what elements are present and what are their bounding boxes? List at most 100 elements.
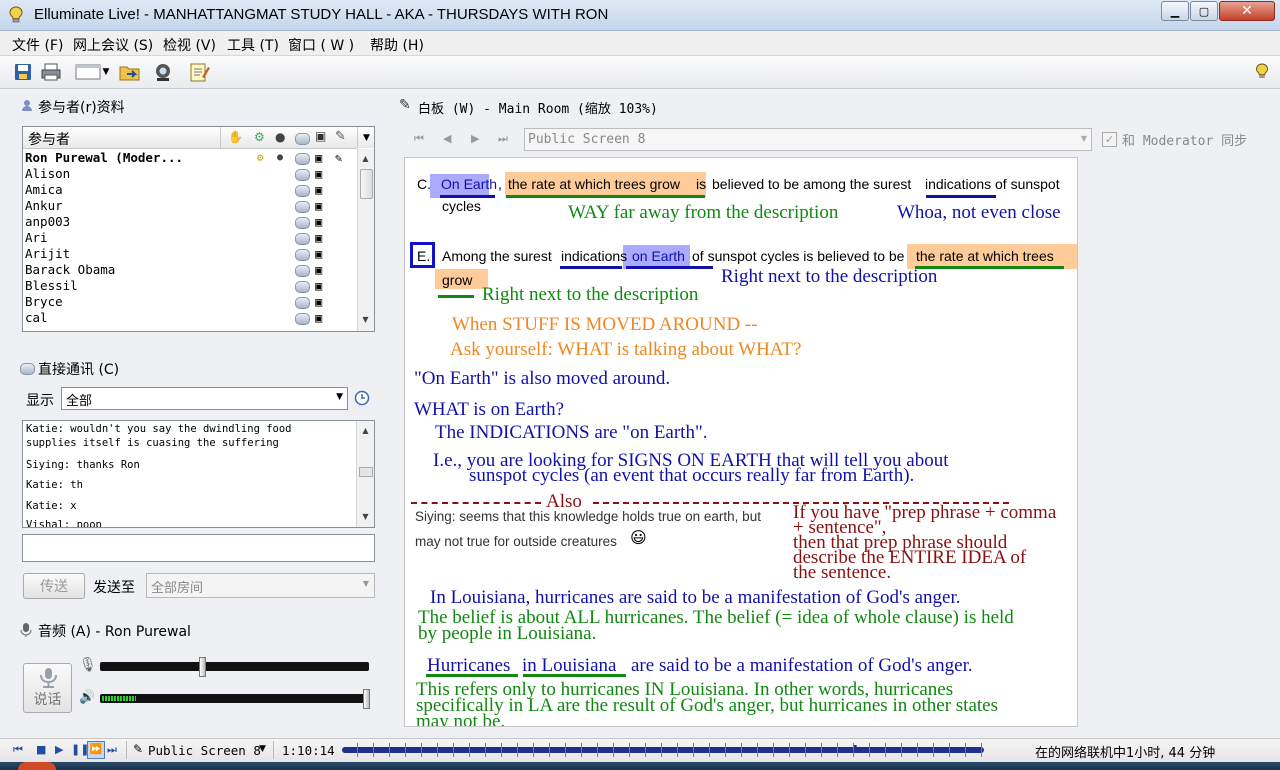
hand-raise-column-icon[interactable]: ✋ (228, 130, 243, 144)
scroll-down-icon[interactable]: ▼ (358, 509, 373, 524)
mic-level-icon: 🎙 (79, 657, 97, 673)
list-item[interactable]: Ari ▣ (25, 230, 355, 246)
screen-column-icon[interactable]: ▣ (315, 129, 326, 143)
send-button[interactable]: 传送 (23, 573, 85, 599)
list-item[interactable]: Blessil ▣ (25, 278, 355, 294)
scroll-up-icon[interactable]: ▲ (358, 151, 373, 166)
scroll-up-icon[interactable]: ▲ (358, 423, 373, 438)
speaker-volume-thumb[interactable] (363, 689, 370, 709)
menu-window[interactable]: 窗口 ( W ) (288, 35, 354, 55)
text-rate: the rate at which trees grow (508, 176, 680, 192)
note-red: If you have "prep phrase + comma + sente… (793, 503, 1056, 582)
list-item[interactable]: Barack Obama ▣ (25, 262, 355, 278)
chat-message: Katie: wouldn't you say the dwindling fo… (26, 423, 292, 449)
play-icon[interactable]: ▶ (55, 743, 63, 756)
filter-select[interactable]: 全部 ▼ (61, 387, 348, 410)
list-item[interactable]: Ron Purewal (Moder... ⚙ ● ▣ ✎ (25, 150, 355, 166)
list-item[interactable]: Bryce ▣ (25, 294, 355, 310)
note-right-next-green: Right next to the description (482, 284, 699, 305)
scroll-thumb[interactable] (359, 467, 373, 477)
previous-screen-icon[interactable]: ◀ (443, 132, 451, 145)
person-column-icon[interactable]: ● (275, 130, 285, 144)
talk-button[interactable]: 说话 (23, 663, 72, 713)
sync-checkbox[interactable]: ✓ (1102, 132, 1117, 147)
chevron-down-icon[interactable]: ▼ (259, 744, 266, 754)
screen-icon: ▣ (315, 215, 323, 229)
screen-icon: ▣ (315, 151, 323, 165)
screen-icon: ▣ (315, 279, 323, 293)
skip-back-icon[interactable]: ⏮ (13, 743, 23, 757)
menu-help[interactable]: 帮助 (H) (370, 35, 424, 55)
screen-icon: ▣ (315, 247, 323, 261)
answer-e-label: E. (417, 248, 431, 264)
chevron-down-icon: ▼ (102, 67, 110, 77)
status-pencil-icon: ✎ (133, 742, 144, 756)
list-item[interactable]: Ankur ▣ (25, 198, 355, 214)
send-to-select[interactable]: 全部房间 ▼ (146, 573, 375, 598)
playback-thumb-icon[interactable]: ⬇ (851, 743, 860, 756)
mic-volume-slider[interactable] (100, 662, 369, 671)
transfer-button[interactable] (118, 60, 142, 84)
whiteboard-pencil-icon: ✎ (399, 97, 411, 113)
scroll-down-icon[interactable]: ▼ (358, 312, 373, 327)
notes-button[interactable] (187, 60, 211, 84)
next-screen-icon[interactable]: ▶ (471, 132, 479, 145)
layout-dropdown[interactable]: ▼ (72, 60, 112, 84)
maximize-button[interactable]: ▢ (1190, 1, 1218, 21)
direct-title: 直接通讯 (C) (38, 362, 120, 378)
menu-session[interactable]: 网上会议 (S) (73, 35, 153, 55)
fast-forward-icon[interactable]: ⏩ (87, 741, 105, 759)
toolbar: ▼ (0, 56, 1280, 89)
save-button[interactable] (11, 60, 35, 84)
text-c-cycles: cycles (442, 198, 481, 214)
list-item[interactable]: anp003 ▣ (25, 214, 355, 230)
last-screen-icon[interactable]: ⏭ (498, 132, 508, 146)
chat-column-icon[interactable] (295, 133, 310, 145)
chat-input[interactable] (22, 534, 375, 562)
stop-icon[interactable]: ■ (36, 743, 46, 756)
chat-scrollbar[interactable]: ▲ ▼ (356, 421, 374, 527)
save-icon (15, 64, 31, 80)
chat-icon (295, 153, 310, 165)
scroll-thumb[interactable] (360, 169, 373, 199)
skip-forward-icon[interactable]: ⏭ (107, 743, 117, 757)
print-button[interactable] (39, 60, 63, 84)
text-h-rest: are said to be a manifestation of God's … (631, 655, 973, 676)
minimize-button[interactable]: ▁ (1161, 1, 1189, 21)
note-blue-3: The INDICATIONS are "on Earth". (435, 422, 708, 443)
column-menu-button[interactable]: ▼ (357, 127, 374, 148)
first-screen-icon[interactable]: ⏮ (414, 132, 424, 146)
participants-list[interactable]: 参与者 ✋ ⚙ ● ▣ ✎ ▼ Ron Purewal (Moder... ⚙ … (22, 126, 375, 332)
send-to-label: 发送至 (93, 580, 135, 596)
menu-tools[interactable]: 工具 (T) (227, 35, 279, 55)
chevron-down-icon: ▼ (1080, 134, 1087, 143)
list-item[interactable]: Arijit ▣ (25, 246, 355, 262)
whiteboard-canvas[interactable]: C. On Earth , the rate at which trees gr… (404, 157, 1078, 727)
pencil-column-icon[interactable]: ✎ (335, 129, 346, 144)
participants-scrollbar[interactable]: ▲ ▼ (357, 149, 374, 331)
folder-arrow-icon (119, 66, 140, 81)
list-item[interactable]: Alison ▣ (25, 166, 355, 182)
note-right-next-blue: Right next to the description (721, 266, 938, 287)
menu-view[interactable]: 检视 (V) (163, 35, 216, 55)
list-item[interactable]: Amica ▣ (25, 182, 355, 198)
close-button[interactable]: ✕ (1219, 1, 1275, 21)
start-orb-icon[interactable] (18, 762, 56, 770)
webcam-button[interactable] (151, 60, 175, 84)
clock-icon[interactable] (354, 390, 370, 406)
status-screen[interactable]: Public Screen 8 (148, 743, 261, 758)
person-icon: ● (277, 152, 284, 163)
chat-transcript[interactable]: Katie: wouldn't you say the dwindling fo… (22, 420, 375, 528)
text-is: is (696, 176, 707, 192)
screen-select[interactable]: Public Screen 8 ▼ (524, 128, 1092, 151)
microphone-icon (20, 623, 32, 637)
mic-volume-thumb[interactable] (199, 657, 207, 677)
speaker-volume-slider[interactable] (100, 694, 369, 703)
moderator-column-icon[interactable]: ⚙ (254, 130, 265, 144)
chat-icon (295, 297, 310, 309)
menu-file[interactable]: 文件 (F) (12, 35, 63, 55)
playback-track[interactable] (342, 743, 984, 757)
minimize-icon: ▁ (1170, 4, 1180, 18)
underline-hurricanes (426, 674, 518, 677)
list-item[interactable]: cal ▣ (25, 310, 355, 326)
